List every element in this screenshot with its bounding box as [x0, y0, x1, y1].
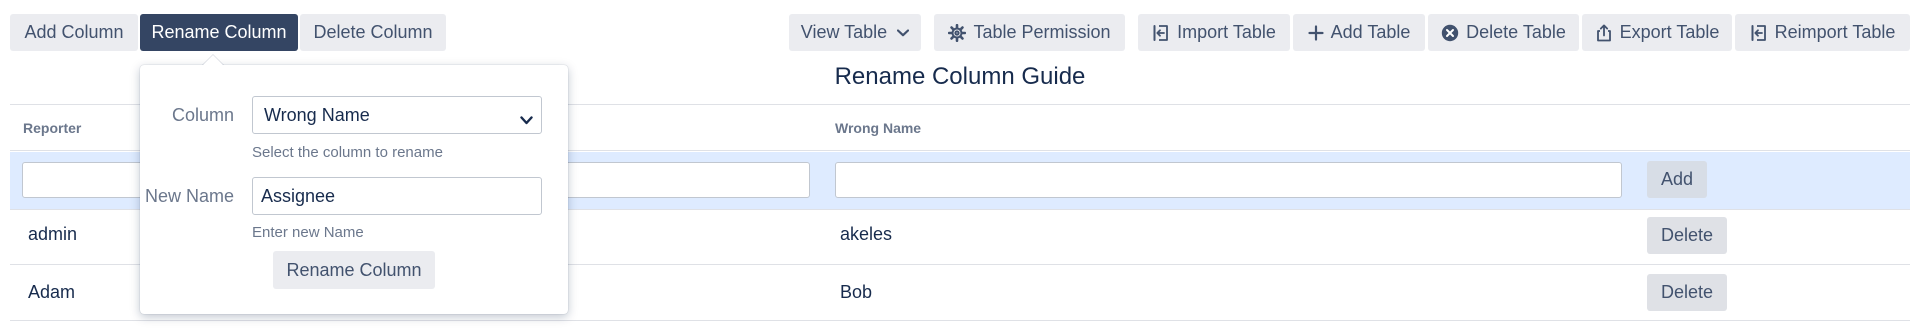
chevron-down-icon — [520, 109, 533, 130]
column-header-reporter: Reporter — [23, 120, 82, 136]
wrong-name-cell: Bob — [840, 282, 873, 302]
rename-column-submit-label: Rename Column — [286, 259, 422, 280]
rename-column-button[interactable]: Rename Column — [140, 14, 298, 51]
column-header-wrong-name: Wrong Name — [835, 120, 922, 136]
table-permission-button[interactable]: Table Permission — [934, 14, 1125, 51]
column-select-value: Wrong Name — [264, 104, 370, 125]
view-table-button[interactable]: View Table — [789, 14, 921, 51]
add-column-button[interactable]: Add Column — [10, 14, 138, 51]
delete-row-label: Delete — [1660, 225, 1714, 245]
plus-icon — [1308, 24, 1324, 41]
popup-arrow — [202, 55, 224, 66]
import-table-label: Import Table — [1177, 22, 1276, 42]
new-name-value: Assignee — [261, 185, 336, 206]
rename-column-label: Rename Column — [151, 22, 287, 42]
reimport-table-label: Reimport Table — [1774, 22, 1896, 42]
delete-row-label: Delete — [1660, 282, 1714, 302]
gear-icon — [948, 23, 967, 42]
add-row-button[interactable]: Add — [1647, 161, 1707, 198]
new-name-label: New Name — [144, 186, 234, 206]
reporter-cell: admin — [28, 224, 78, 244]
new-name-input[interactable]: Assignee — [252, 177, 542, 215]
rename-column-popup: Column Wrong Name Select the column to r… — [140, 65, 568, 314]
reimport-icon — [1750, 24, 1768, 42]
reimport-table-button[interactable]: Reimport Table — [1735, 14, 1910, 51]
add-table-label: Add Table — [1330, 22, 1411, 42]
column-help-text: Select the column to rename — [252, 144, 443, 161]
add-table-button[interactable]: Add Table — [1293, 14, 1425, 51]
delete-row-button[interactable]: Delete — [1647, 274, 1727, 311]
reporter-cell: Adam — [28, 282, 76, 302]
view-table-label: View Table — [800, 22, 888, 42]
delete-column-label: Delete Column — [313, 22, 433, 42]
add-row-label: Add — [1660, 169, 1694, 189]
export-table-label: Export Table — [1619, 22, 1720, 42]
delete-table-label: Delete Table — [1466, 22, 1566, 42]
wrong-name-cell: akeles — [840, 224, 893, 244]
close-circle-icon — [1441, 24, 1459, 42]
export-icon — [1595, 24, 1613, 42]
add-column-label: Add Column — [24, 22, 124, 42]
delete-column-button[interactable]: Delete Column — [300, 14, 446, 51]
import-icon — [1152, 24, 1170, 42]
delete-row-button[interactable]: Delete — [1647, 217, 1727, 254]
column-select[interactable]: Wrong Name — [252, 96, 542, 134]
new-name-help-text: Enter new Name — [252, 224, 364, 241]
new-wrong-name-input[interactable] — [835, 162, 1622, 198]
row-divider — [10, 320, 1910, 321]
export-table-button[interactable]: Export Table — [1582, 14, 1732, 51]
rename-column-submit-button[interactable]: Rename Column — [273, 251, 435, 289]
column-label: Column — [171, 105, 234, 125]
import-table-button[interactable]: Import Table — [1138, 14, 1290, 51]
table-permission-label: Table Permission — [973, 22, 1111, 42]
delete-table-button[interactable]: Delete Table — [1428, 14, 1579, 51]
chevron-down-icon — [897, 28, 910, 37]
